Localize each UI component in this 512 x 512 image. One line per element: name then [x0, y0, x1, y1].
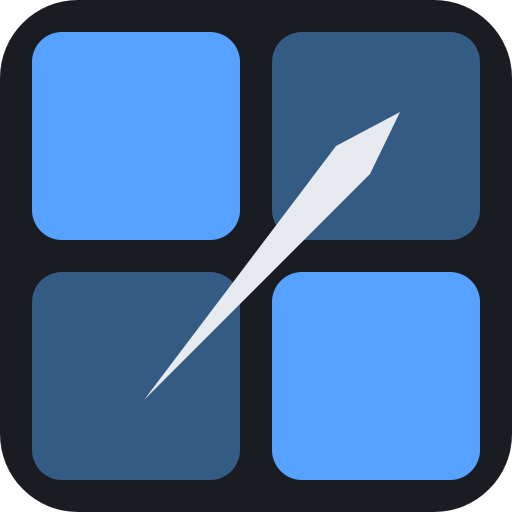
- tile-bottom-left: [32, 272, 240, 480]
- tile-top-left: [32, 32, 240, 240]
- tile-bottom-right: [272, 272, 480, 480]
- app-icon: [0, 0, 512, 512]
- grid-pen-icon: [0, 0, 512, 512]
